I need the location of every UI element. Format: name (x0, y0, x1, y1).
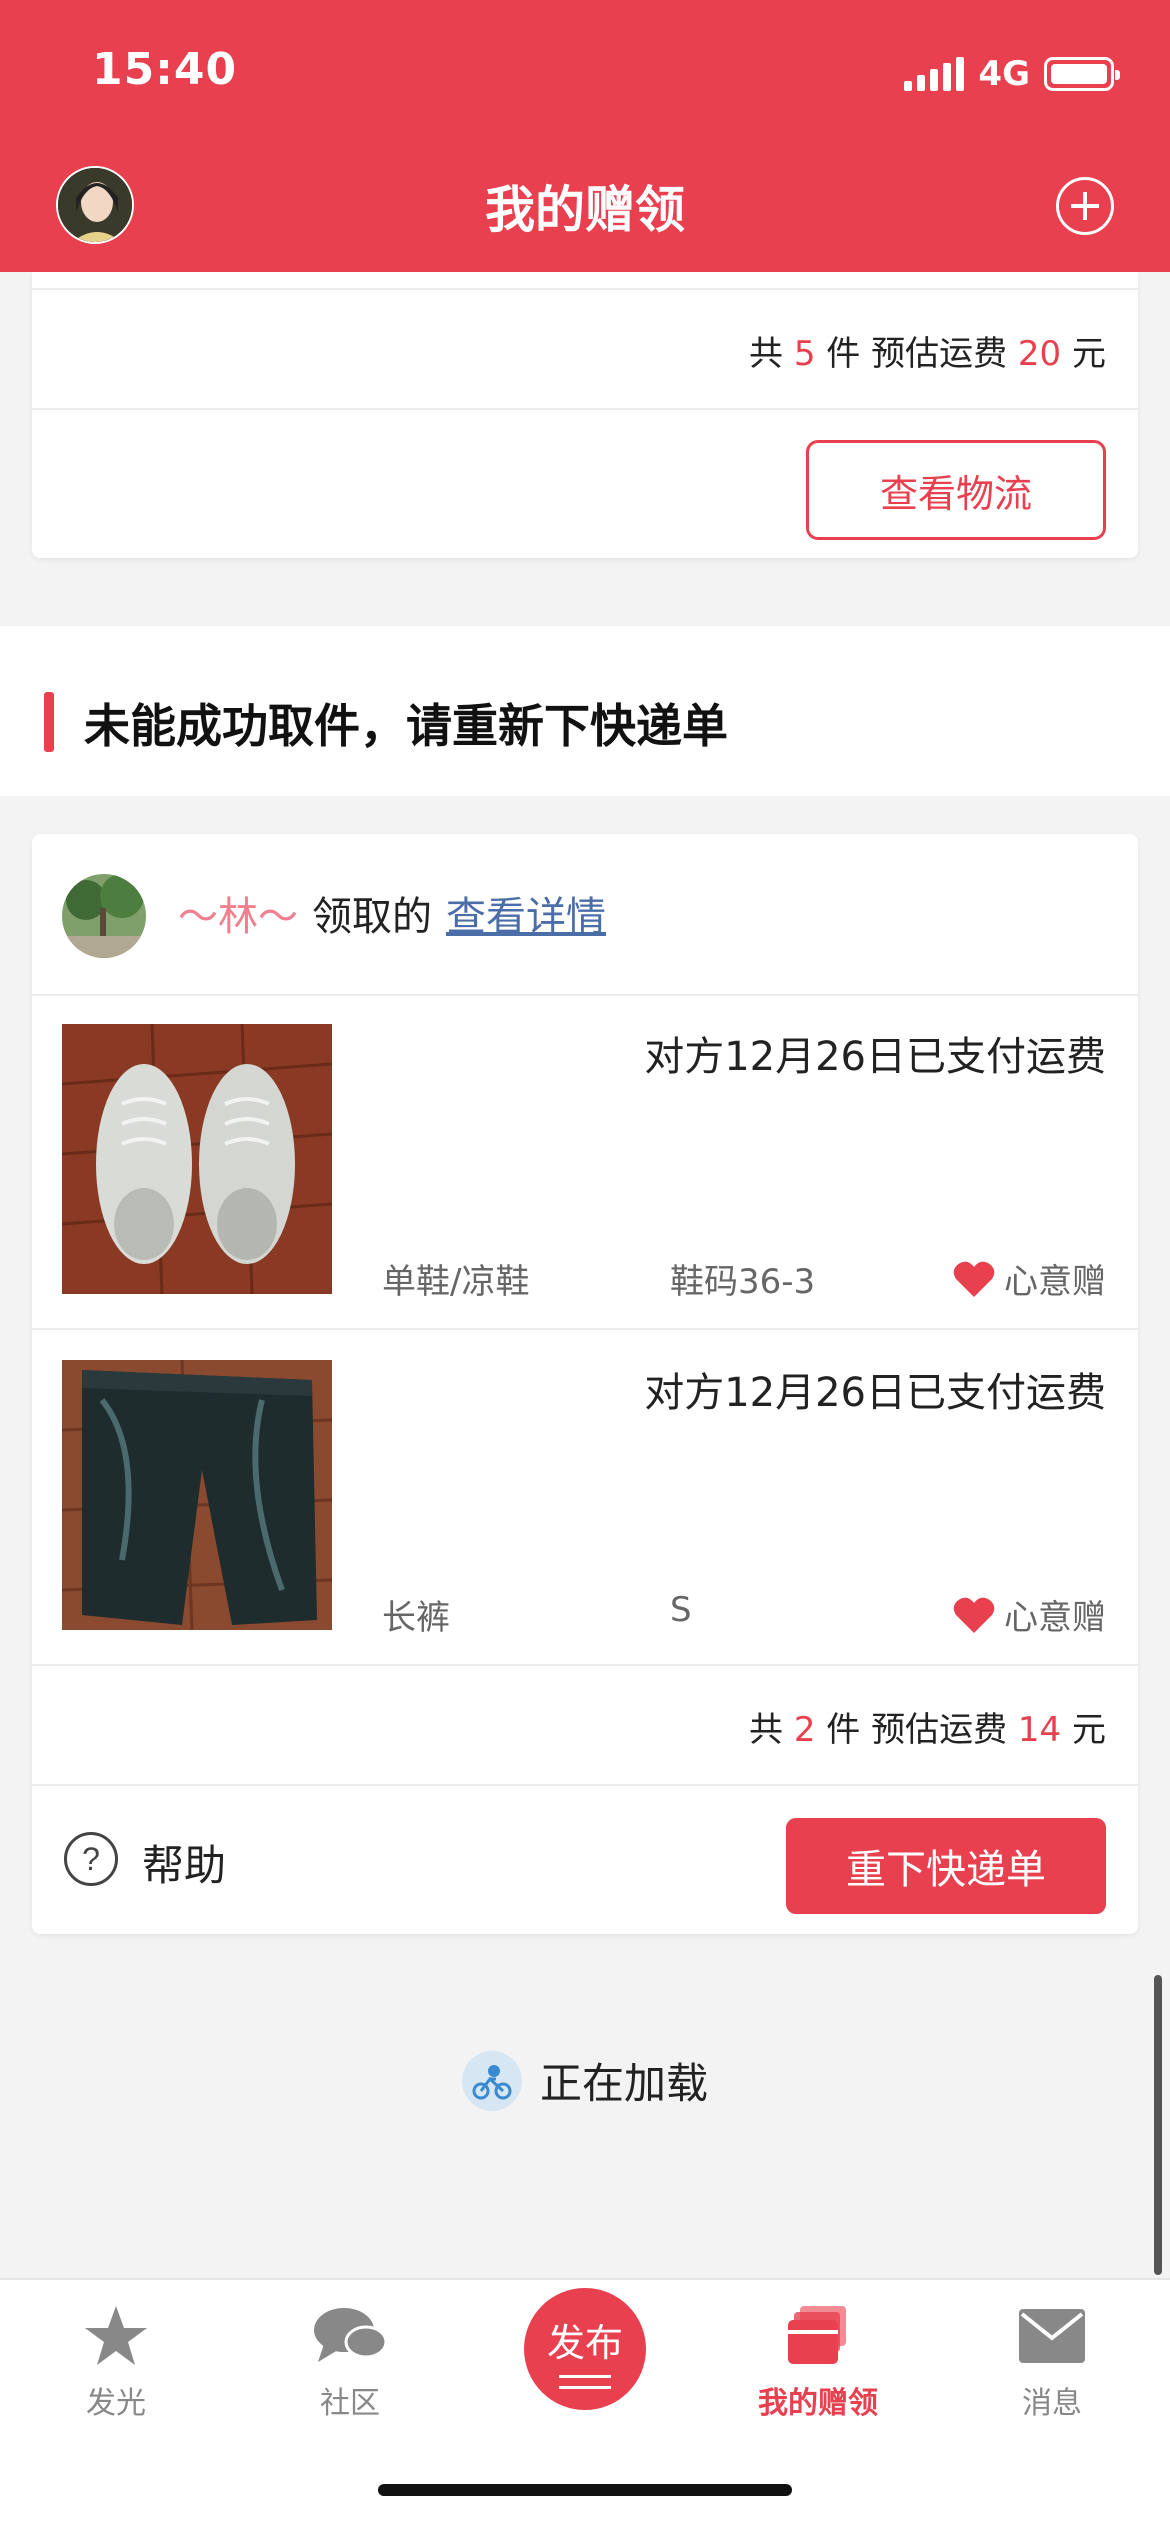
app-header: 15:40 4G 我的赠领 (0, 0, 1170, 272)
status-indicators: 4G (904, 54, 1120, 94)
heart-icon (953, 1597, 995, 1633)
view-details-link[interactable]: 查看详情 (446, 884, 606, 942)
page-title: 我的赠领 (485, 181, 685, 239)
scrollbar[interactable] (1154, 1975, 1162, 2275)
claim-verb: 领取的 (312, 894, 432, 940)
publish-button[interactable]: 发布 (524, 2288, 646, 2410)
item-size: 鞋码36-3 (670, 1262, 816, 1302)
view-logistics-button[interactable]: 查看物流 (806, 440, 1106, 540)
claimer-name[interactable]: ～林～ (178, 884, 298, 942)
tab-messages[interactable]: 消息 (972, 2300, 1132, 2422)
status-time: 15:40 (92, 44, 238, 95)
loading-text: 正在加载 (539, 2059, 708, 2108)
item-tag: 心意赠 (952, 1254, 1106, 1303)
signal-icon (904, 57, 965, 91)
item-tag: 心意赠 (952, 1590, 1106, 1639)
item-category: 长裤 (382, 1598, 450, 1638)
claimer-avatar[interactable] (62, 874, 146, 958)
order-summary: 共 2 件 预估运费 14 元 (749, 1710, 1106, 1750)
order-summary: 共 5 件 预估运费 20 元 (749, 334, 1106, 374)
item-size: S (670, 1590, 692, 1630)
publish-icon (559, 2375, 611, 2389)
section-accent-bar (44, 692, 54, 752)
item-status: 对方12月26日已支付运费 (644, 1370, 1106, 1416)
tab-community[interactable]: 社区 (270, 2300, 430, 2422)
item-photo-pants (62, 1360, 332, 1630)
reorder-express-button[interactable]: 重下快递单 (786, 1818, 1106, 1914)
item-status: 对方12月26日已支付运费 (644, 1034, 1106, 1080)
add-icon[interactable] (1056, 177, 1114, 235)
battery-icon (1044, 57, 1120, 91)
network-type: 4G (978, 54, 1030, 94)
tab-glow[interactable]: 发光 (36, 2300, 196, 2422)
item-category: 单鞋/凉鞋 (382, 1262, 530, 1302)
claim-card: ～林～ 领取的 查看详情 对方12月26日已支付运费 单鞋/凉鞋 鞋码36-3 … (32, 834, 1138, 1934)
publish-label: 发布 (546, 2321, 623, 2365)
section-title: 未能成功取件，请重新下快递单 (84, 699, 728, 753)
star-icon (36, 2300, 196, 2372)
home-indicator (378, 2484, 792, 2496)
chat-bubble-icon (270, 2300, 430, 2372)
heart-icon (953, 1261, 995, 1297)
previous-claim-card: 共 5 件 预估运费 20 元 查看物流 (32, 272, 1138, 558)
tab-my-gifts[interactable]: 我的赠领 (738, 2300, 898, 2422)
bike-icon (461, 2050, 522, 2111)
loading-area: 正在加载 (0, 1970, 1170, 2280)
help-icon[interactable]: ? (64, 1832, 118, 1886)
envelope-icon (972, 2300, 1132, 2372)
claim-info: ～林～ 领取的 查看详情 (178, 884, 606, 942)
gift-box-icon (738, 2300, 898, 2372)
help-label[interactable]: 帮助 (142, 1832, 226, 1893)
item-photo-shoes (62, 1024, 332, 1294)
